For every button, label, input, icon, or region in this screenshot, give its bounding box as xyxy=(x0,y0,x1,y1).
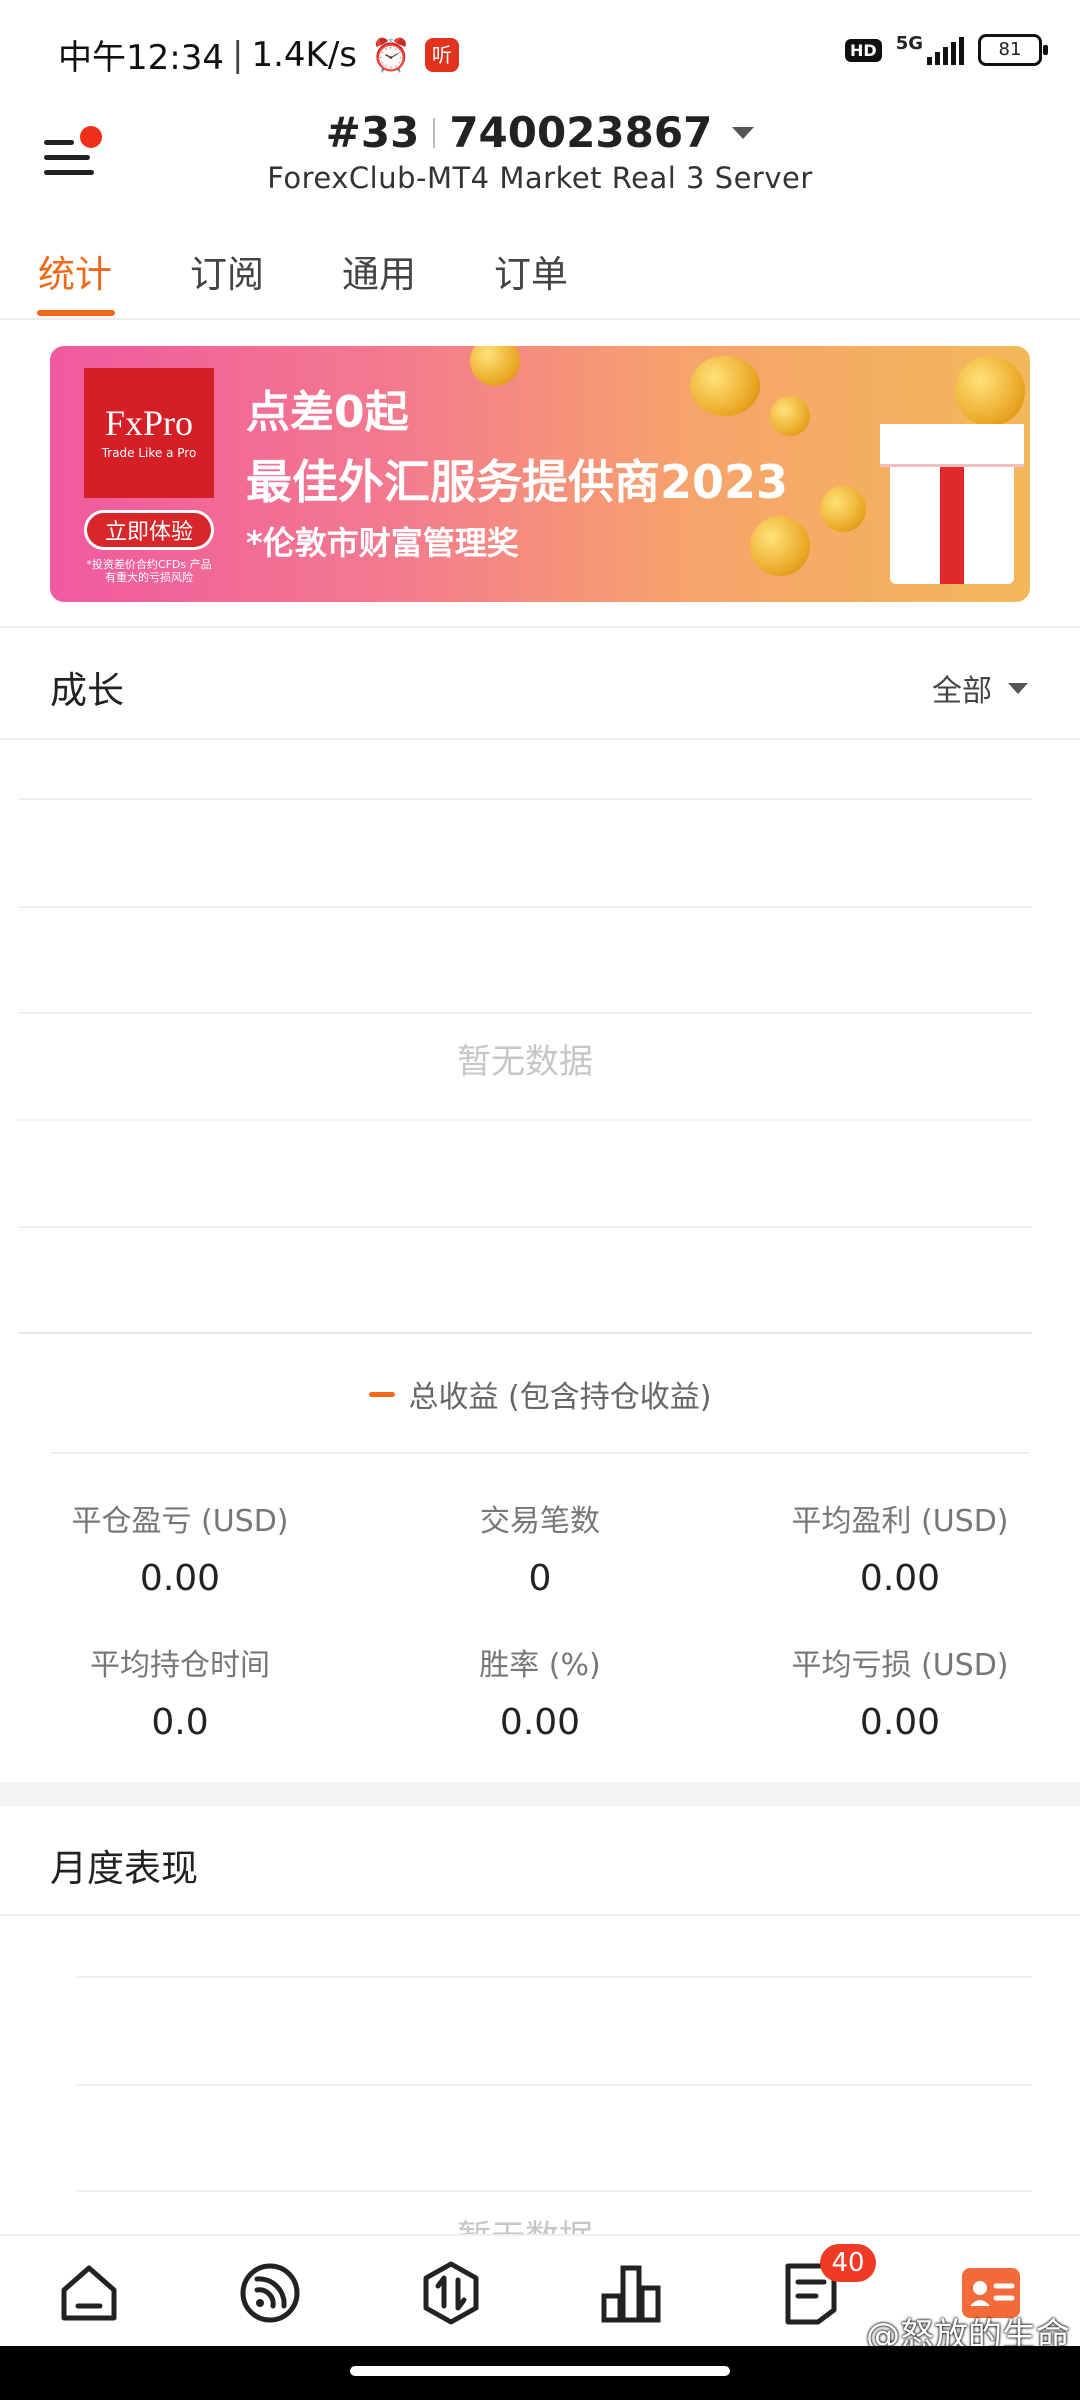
system-gesture-bar xyxy=(0,2346,1080,2400)
promo-banner[interactable]: FxPro Trade Like a Pro 立即体验 *投资差价合约CFDs … xyxy=(50,346,1030,602)
gift-box-image xyxy=(880,424,1024,584)
status-right: HD 5G 81 xyxy=(845,32,1048,66)
account-separator xyxy=(433,117,436,148)
network-type: 5G xyxy=(895,32,923,54)
tab-orders[interactable]: 订单 xyxy=(494,244,568,298)
stat-label: 平均亏损 (USD) xyxy=(791,1648,1009,1683)
chart-gridline xyxy=(18,906,1032,908)
stat-closed-pnl: 平仓盈亏 (USD) 0.00 xyxy=(0,1496,360,1599)
stat-value: 0.00 xyxy=(139,1558,221,1599)
status-time: 中午12:34 xyxy=(58,38,224,78)
home-gesture-handle[interactable] xyxy=(350,2366,730,2376)
stat-label: 平均持仓时间 xyxy=(90,1648,270,1683)
tab-bar: 统计 订阅 通用 订单 xyxy=(0,220,1080,320)
monthly-title: 月度表现 xyxy=(50,1847,198,1890)
coin-decoration xyxy=(820,486,866,532)
banner-headline-1: 点差0起 xyxy=(246,387,409,438)
active-tab-indicator xyxy=(37,310,115,316)
brand-tagline: Trade Like a Pro xyxy=(101,446,197,460)
nav-home[interactable] xyxy=(54,2258,124,2328)
section-divider xyxy=(0,626,1080,628)
stat-avg-holding-time: 平均持仓时间 0.0 xyxy=(0,1640,360,1743)
coin-decoration xyxy=(955,356,1025,426)
coin-decoration xyxy=(470,346,520,386)
stat-avg-loss: 平均亏损 (USD) 0.00 xyxy=(720,1640,1080,1743)
risk-warning: *投资差价合约CFDs 产品有重大的亏损风险 xyxy=(86,558,212,584)
stat-label: 胜率 (%) xyxy=(479,1648,601,1683)
section-divider xyxy=(50,1452,1030,1454)
brand-name: FxPro xyxy=(104,403,194,443)
coin-decoration xyxy=(690,356,760,416)
stat-label: 平仓盈亏 (USD) xyxy=(71,1504,289,1539)
stat-value: 0.00 xyxy=(859,1558,941,1599)
period-filter-label: 全部 xyxy=(932,674,992,709)
account-selector[interactable]: #33 740023867 ForexClub-MT4 Market Real … xyxy=(0,108,1080,195)
growth-empty-text: 暂无数据 xyxy=(457,1042,593,1082)
chart-gridline xyxy=(76,2190,1032,2192)
status-speed: 1.4K/s xyxy=(251,34,357,75)
nav-signals[interactable] xyxy=(235,2258,305,2328)
chart-legend: 总收益 (包含持仓收益) xyxy=(0,1372,1080,1416)
section-divider xyxy=(0,738,1080,740)
hd-icon: HD xyxy=(845,38,882,62)
period-filter-dropdown[interactable]: 全部 xyxy=(932,666,1028,710)
coin-decoration xyxy=(750,516,810,576)
server-name: ForexClub-MT4 Market Real 3 Server xyxy=(267,161,813,195)
signal-feed-icon xyxy=(240,2263,300,2323)
stat-value: 0.00 xyxy=(499,1702,581,1743)
chevron-down-icon xyxy=(732,126,755,139)
chart-gridline xyxy=(18,798,1032,800)
stat-avg-profit: 平均盈利 (USD) 0.00 xyxy=(720,1496,1080,1599)
status-bar: 中午12:34 | 1.4K/s ⏰ 听 HD 5G 81 xyxy=(0,0,1080,100)
stat-trade-count: 交易笔数 0 xyxy=(360,1496,720,1599)
stat-label: 交易笔数 xyxy=(480,1504,600,1539)
nav-trade[interactable] xyxy=(416,2258,486,2328)
status-left: 中午12:34 | 1.4K/s ⏰ 听 xyxy=(58,30,459,79)
battery-icon: 81 xyxy=(978,34,1048,66)
tab-subscribe[interactable]: 订阅 xyxy=(190,244,264,298)
legend-label: 总收益 (包含持仓收益) xyxy=(408,1380,712,1415)
section-gap xyxy=(0,1782,1080,1806)
stat-value: 0.00 xyxy=(859,1702,941,1743)
stat-win-rate: 胜率 (%) 0.00 xyxy=(360,1640,720,1743)
tab-general[interactable]: 通用 xyxy=(342,244,416,298)
app-header: #33 740023867 ForexClub-MT4 Market Real … xyxy=(0,100,1080,220)
nav-market[interactable] xyxy=(596,2258,666,2328)
signal-icon xyxy=(927,35,964,65)
account-prefix: #33 xyxy=(325,108,420,157)
chart-gridline xyxy=(76,1976,1032,1978)
notification-app-icon: 听 xyxy=(424,37,459,72)
chart-bars-icon xyxy=(601,2265,661,2323)
fxpro-logo: FxPro Trade Like a Pro xyxy=(84,368,214,498)
legend-swatch xyxy=(368,1391,395,1397)
tab-statistics[interactable]: 统计 xyxy=(38,244,112,298)
alarm-icon: ⏰ xyxy=(371,35,411,74)
chart-gridline xyxy=(18,1226,1032,1228)
stat-value: 0.0 xyxy=(151,1702,209,1743)
chart-gridline xyxy=(18,1119,1032,1121)
chevron-down-icon xyxy=(1008,682,1028,694)
banner-headline-2: 最佳外汇服务提供商2023 xyxy=(246,455,789,509)
section-divider xyxy=(0,1914,1080,1916)
stat-value: 0 xyxy=(528,1558,552,1599)
chart-gridline xyxy=(76,2084,1032,2086)
account-number: 740023867 xyxy=(449,108,713,157)
growth-title: 成长 xyxy=(50,669,124,712)
try-now-button[interactable]: 立即体验 xyxy=(84,510,214,550)
chart-baseline xyxy=(18,1332,1032,1334)
chart-gridline xyxy=(18,1012,1032,1014)
news-count-badge: 40 xyxy=(820,2244,876,2282)
coin-decoration xyxy=(770,396,810,436)
trade-icon xyxy=(423,2261,479,2325)
banner-headline-3: *伦敦市财富管理奖 xyxy=(246,524,519,562)
home-icon xyxy=(61,2265,117,2321)
stat-label: 平均盈利 (USD) xyxy=(791,1504,1009,1539)
status-separator: | xyxy=(231,34,244,75)
